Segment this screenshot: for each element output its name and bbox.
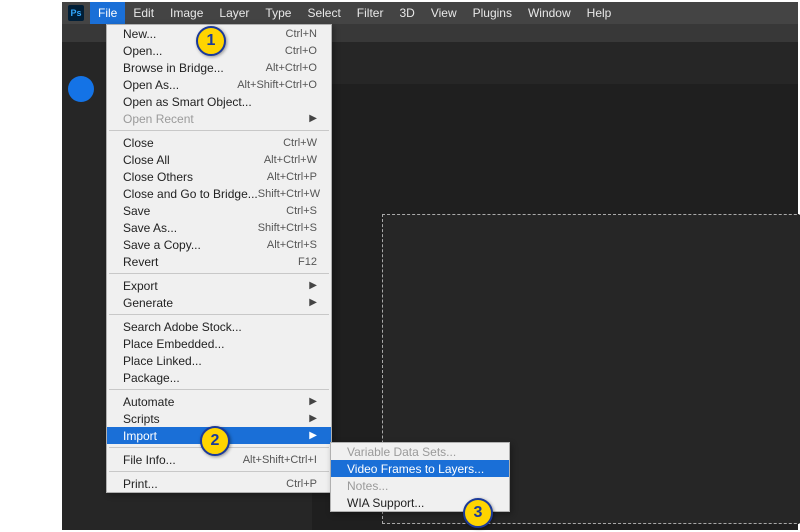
menu-item-label: Scripts: [123, 412, 160, 426]
file-menu-item[interactable]: Place Linked...: [107, 352, 331, 369]
menu-item-label: Close All: [123, 153, 170, 167]
submenu-arrow-icon: ▶: [309, 430, 317, 441]
menu-item-label: Search Adobe Stock...: [123, 320, 242, 334]
menu-item-label: Close Others: [123, 170, 193, 184]
menu-item-shortcut: Alt+Shift+Ctrl+O: [237, 79, 317, 91]
menu-window[interactable]: Window: [520, 2, 579, 24]
menu-item-shortcut: Alt+Ctrl+O: [266, 62, 317, 74]
menu-item-label: Close: [123, 136, 154, 150]
file-menu-item[interactable]: Browse in Bridge... Alt+Ctrl+O: [107, 59, 331, 76]
menu-separator: [109, 389, 329, 390]
home-icon[interactable]: [68, 76, 94, 102]
submenu-arrow-icon: ▶: [309, 396, 317, 407]
menu-item-label: Print...: [123, 477, 158, 491]
file-menu-item[interactable]: Save Ctrl+S: [107, 202, 331, 219]
import-submenu-item: Variable Data Sets...: [331, 443, 509, 460]
file-menu-item[interactable]: Revert F12: [107, 253, 331, 270]
menu-item-shortcut: Ctrl+O: [285, 45, 317, 57]
file-menu-item[interactable]: Automate ▶: [107, 393, 331, 410]
menu-item-label: Video Frames to Layers...: [347, 462, 484, 476]
import-submenu-item: Notes...: [331, 477, 509, 494]
menu-item-label: Close and Go to Bridge...: [123, 187, 258, 201]
file-menu-item[interactable]: Close Others Alt+Ctrl+P: [107, 168, 331, 185]
menu-item-shortcut: Alt+Shift+Ctrl+I: [243, 454, 317, 466]
menu-item-label: Open...: [123, 44, 162, 58]
menu-item-label: Variable Data Sets...: [347, 445, 456, 459]
menu-item-label: Automate: [123, 395, 174, 409]
submenu-arrow-icon: ▶: [309, 280, 317, 291]
menu-separator: [109, 130, 329, 131]
submenu-arrow-icon: ▶: [309, 413, 317, 424]
menu-filter[interactable]: Filter: [349, 2, 392, 24]
menu-image[interactable]: Image: [162, 2, 211, 24]
menu-item-label: Open Recent: [123, 112, 194, 126]
menu-item-shortcut: Shift+Ctrl+S: [258, 222, 317, 234]
menu-type[interactable]: Type: [257, 2, 299, 24]
file-menu-item[interactable]: Close Ctrl+W: [107, 134, 331, 151]
submenu-arrow-icon: ▶: [309, 297, 317, 308]
menu-item-label: Save a Copy...: [123, 238, 201, 252]
menu-plugins[interactable]: Plugins: [465, 2, 520, 24]
photoshop-logo-icon: Ps: [68, 5, 84, 21]
file-menu-item[interactable]: Search Adobe Stock...: [107, 318, 331, 335]
menu-file[interactable]: File: [90, 2, 125, 24]
menu-item-label: Revert: [123, 255, 158, 269]
menu-layer[interactable]: Layer: [211, 2, 257, 24]
callout-badge-3: 3: [463, 498, 493, 528]
callout-badge-1: 1: [196, 26, 226, 56]
import-submenu-item[interactable]: Video Frames to Layers...: [331, 460, 509, 477]
menu-item-label: Browse in Bridge...: [123, 61, 224, 75]
menu-item-label: Place Linked...: [123, 354, 202, 368]
file-menu-item[interactable]: Close and Go to Bridge...Shift+Ctrl+W: [107, 185, 331, 202]
menu-item-shortcut: Alt+Ctrl+P: [267, 171, 317, 183]
file-menu-item: Open Recent ▶: [107, 110, 331, 127]
callout-badge-2: 2: [200, 426, 230, 456]
menu-item-label: Generate: [123, 296, 173, 310]
file-menu-item[interactable]: Open As... Alt+Shift+Ctrl+O: [107, 76, 331, 93]
menu-item-label: File Info...: [123, 453, 176, 467]
menu-item-shortcut: Ctrl+P: [286, 478, 317, 490]
file-menu-item[interactable]: Place Embedded...: [107, 335, 331, 352]
menu-item-label: Open as Smart Object...: [123, 95, 252, 109]
menu-item-label: Package...: [123, 371, 180, 385]
file-menu-item[interactable]: Export ▶: [107, 277, 331, 294]
file-menu-item[interactable]: Generate ▶: [107, 294, 331, 311]
menu-separator: [109, 273, 329, 274]
menubar: Ps FileEditImageLayerTypeSelectFilter3DV…: [62, 2, 798, 24]
menu-edit[interactable]: Edit: [125, 2, 162, 24]
menu-separator: [109, 471, 329, 472]
menu-3d[interactable]: 3D: [391, 2, 422, 24]
file-menu-item[interactable]: Close All Alt+Ctrl+W: [107, 151, 331, 168]
file-menu-item[interactable]: Save a Copy... Alt+Ctrl+S: [107, 236, 331, 253]
file-menu-item[interactable]: Package...: [107, 369, 331, 386]
menu-item-label: Export: [123, 279, 158, 293]
menu-item-label: Notes...: [347, 479, 388, 493]
menu-item-shortcut: Ctrl+S: [286, 205, 317, 217]
submenu-arrow-icon: ▶: [309, 113, 317, 124]
menu-item-shortcut: Alt+Ctrl+S: [267, 239, 317, 251]
menu-item-label: Import: [123, 429, 157, 443]
menu-item-label: Save As...: [123, 221, 177, 235]
menu-item-label: New...: [123, 27, 156, 41]
file-menu-item[interactable]: Scripts ▶: [107, 410, 331, 427]
menu-select[interactable]: Select: [299, 2, 348, 24]
file-menu-item[interactable]: Print... Ctrl+P: [107, 475, 331, 492]
file-menu-item[interactable]: Save As... Shift+Ctrl+S: [107, 219, 331, 236]
menu-item-shortcut: Ctrl+N: [286, 28, 317, 40]
menu-item-label: WIA Support...: [347, 496, 424, 510]
menu-item-shortcut: Ctrl+W: [283, 137, 317, 149]
menu-item-label: Save: [123, 204, 150, 218]
menu-view[interactable]: View: [423, 2, 465, 24]
menu-item-shortcut: Shift+Ctrl+W: [258, 188, 320, 200]
menu-separator: [109, 314, 329, 315]
menu-item-label: Place Embedded...: [123, 337, 224, 351]
menu-item-shortcut: F12: [298, 256, 317, 268]
file-menu-item[interactable]: Open as Smart Object...: [107, 93, 331, 110]
menu-item-shortcut: Alt+Ctrl+W: [264, 154, 317, 166]
file-menu-dropdown: New... Ctrl+N Open... Ctrl+O Browse in Bridg…: [106, 24, 332, 493]
menu-item-label: Open As...: [123, 78, 179, 92]
menu-help[interactable]: Help: [579, 2, 620, 24]
